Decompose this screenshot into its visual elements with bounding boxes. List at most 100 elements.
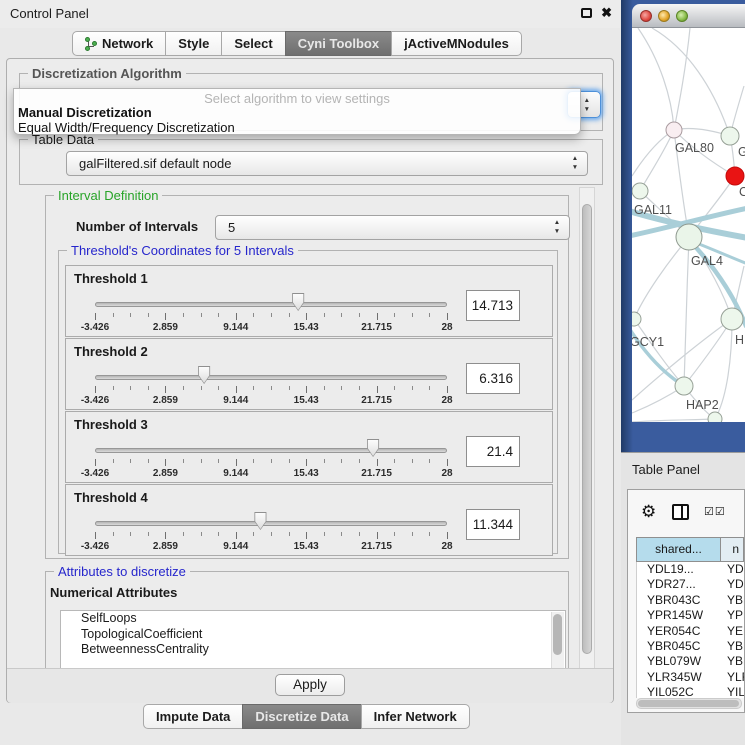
- network-edge[interactable]: [684, 237, 689, 386]
- network-node[interactable]: [675, 377, 693, 395]
- cell-name[interactable]: YBR0: [722, 593, 744, 608]
- cell-shared-name[interactable]: YIL052C: [637, 685, 722, 698]
- threshold-label: Threshold 1: [74, 271, 148, 286]
- popup-option-manual[interactable]: Manual Discretization: [18, 105, 152, 120]
- cell-shared-name[interactable]: YDR27...: [637, 577, 722, 592]
- network-edge[interactable]: [684, 319, 732, 386]
- table-row[interactable]: YPR145WYPR1: [637, 608, 744, 623]
- slider-tick: [429, 532, 430, 536]
- table-row[interactable]: YER054CYER0: [637, 624, 744, 639]
- slider-tick: [236, 386, 237, 393]
- traffic-light-close-icon[interactable]: [640, 10, 652, 22]
- network-edge[interactable]: [632, 419, 715, 422]
- gear-icon[interactable]: ⚙: [641, 502, 656, 522]
- cell-shared-name[interactable]: YER054C: [637, 624, 722, 639]
- table-row[interactable]: YDL19...YDL1: [637, 562, 744, 577]
- threshold-value-field[interactable]: 6.316: [466, 363, 520, 394]
- tab-select[interactable]: Select: [221, 31, 285, 56]
- tab-style[interactable]: Style: [165, 31, 222, 56]
- cell-shared-name[interactable]: YBR043C: [637, 593, 722, 608]
- threshold-value-field[interactable]: 21.4: [466, 436, 520, 467]
- tab-network[interactable]: Network: [72, 31, 166, 56]
- network-edge[interactable]: [674, 28, 690, 130]
- network-node[interactable]: [632, 312, 641, 326]
- cell-name[interactable]: YBR0: [722, 639, 744, 654]
- threshold-slider-track[interactable]: [95, 302, 447, 307]
- cell-name[interactable]: YDR2: [722, 577, 744, 592]
- scrollbar-thumb[interactable]: [638, 700, 739, 707]
- network-edge[interactable]: [640, 130, 674, 191]
- threshold-slider-thumb[interactable]: [253, 512, 268, 530]
- network-edge[interactable]: [634, 237, 689, 319]
- cell-shared-name[interactable]: YDL19...: [637, 562, 722, 577]
- table-horizontal-scrollbar[interactable]: [636, 698, 742, 709]
- tab-cyni-toolbox[interactable]: Cyni Toolbox: [285, 31, 392, 56]
- list-item[interactable]: BetweennessCentrality: [61, 642, 565, 658]
- table-row[interactable]: YDR27...YDR2: [637, 577, 744, 592]
- checkbox-icons[interactable]: ☑☑: [704, 505, 726, 518]
- network-canvas[interactable]: GAL80GACGAL11GAL4GCY1HHAP2: [632, 28, 745, 422]
- network-edge[interactable]: [638, 28, 674, 130]
- scrollbar-thumb[interactable]: [553, 614, 562, 655]
- threshold-slider-track[interactable]: [95, 375, 447, 380]
- threshold-slider-thumb[interactable]: [197, 366, 212, 384]
- table-row[interactable]: YIL052CYIL0: [637, 685, 744, 698]
- traffic-light-zoom-icon[interactable]: [676, 10, 688, 22]
- tab-discretize-data[interactable]: Discretize Data: [242, 704, 361, 729]
- numerical-attributes-list[interactable]: SelfLoopsTopologicalCoefficientBetweenne…: [60, 610, 566, 669]
- tab-infer-network[interactable]: Infer Network: [361, 704, 470, 729]
- split-view-icon[interactable]: [672, 504, 689, 520]
- column-header-shared-name[interactable]: shared...: [636, 537, 721, 562]
- table-row[interactable]: YBR043CYBR0: [637, 593, 744, 608]
- cell-name[interactable]: YBL0: [722, 654, 744, 669]
- table-row[interactable]: YBL079WYBL0: [637, 654, 744, 669]
- column-header-name[interactable]: n: [721, 537, 744, 562]
- close-icon[interactable]: ✖: [601, 5, 612, 21]
- network-node[interactable]: [666, 122, 682, 138]
- settings-vertical-scrollbar[interactable]: [579, 187, 595, 669]
- threshold-slider-track[interactable]: [95, 521, 447, 526]
- cell-name[interactable]: YIL0: [722, 685, 744, 698]
- slider-tick: [306, 313, 307, 320]
- number-of-intervals-combo[interactable]: 5 ▲▼: [215, 215, 570, 240]
- network-node[interactable]: [708, 412, 722, 422]
- attributes-list-scrollbar[interactable]: [551, 612, 564, 669]
- network-window-titlebar[interactable]: [632, 4, 745, 28]
- cell-shared-name[interactable]: YPR145W: [637, 608, 722, 623]
- cell-shared-name[interactable]: YLR345W: [637, 670, 722, 685]
- threshold-value-field[interactable]: 14.713: [466, 290, 520, 321]
- network-node[interactable]: [726, 167, 744, 185]
- popup-option-equal-width[interactable]: Equal Width/Frequency Discretization: [18, 120, 235, 135]
- table-data-combo[interactable]: galFiltered.sif default node ▲▼: [66, 151, 588, 176]
- list-item[interactable]: TopologicalCoefficient: [61, 627, 565, 643]
- cell-name[interactable]: YER0: [722, 624, 744, 639]
- tab-impute-data[interactable]: Impute Data: [143, 704, 243, 729]
- slider-tick: [289, 386, 290, 390]
- float-window-icon[interactable]: [581, 8, 592, 18]
- network-node[interactable]: [721, 127, 739, 145]
- cell-shared-name[interactable]: YBR045C: [637, 639, 722, 654]
- slider-tick: [201, 313, 202, 317]
- apply-button[interactable]: Apply: [275, 674, 345, 696]
- tab-label: Select: [234, 32, 272, 55]
- threshold-slider-thumb[interactable]: [291, 293, 306, 311]
- traffic-light-minimize-icon[interactable]: [658, 10, 670, 22]
- network-node[interactable]: [632, 183, 648, 199]
- threshold-slider-track[interactable]: [95, 448, 447, 453]
- threshold-value-field[interactable]: 11.344: [466, 509, 520, 540]
- cell-name[interactable]: YPR1: [722, 608, 744, 623]
- scrollbar-thumb[interactable]: [582, 204, 592, 654]
- list-item[interactable]: SelfLoops: [61, 611, 565, 627]
- cell-name[interactable]: YDL1: [722, 562, 744, 577]
- slider-tick: [324, 459, 325, 463]
- network-node[interactable]: [676, 224, 702, 250]
- cell-name[interactable]: YLR3: [722, 670, 744, 685]
- table-row[interactable]: YBR045CYBR0: [637, 639, 744, 654]
- cell-shared-name[interactable]: YBL079W: [637, 654, 722, 669]
- tab-jactivemnodules[interactable]: jActiveMNodules: [391, 31, 522, 56]
- table-row[interactable]: YLR345WYLR3: [637, 670, 744, 685]
- network-node[interactable]: [721, 308, 743, 330]
- network-edge[interactable]: [652, 28, 730, 136]
- slider-tick: [306, 386, 307, 393]
- threshold-slider-thumb[interactable]: [366, 439, 381, 457]
